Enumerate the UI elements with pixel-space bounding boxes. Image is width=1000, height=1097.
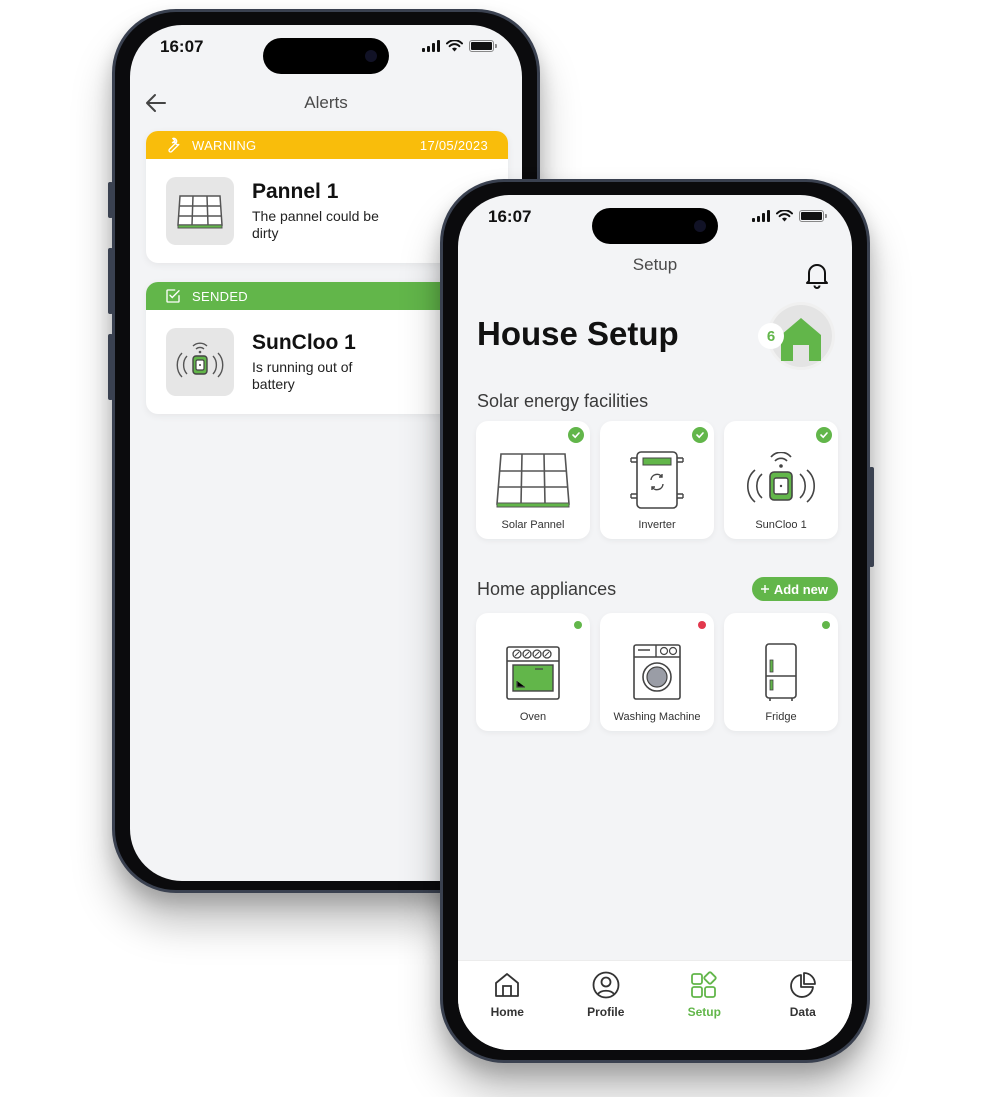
home-icon bbox=[495, 973, 520, 997]
plus-icon bbox=[760, 585, 769, 593]
signal-icon bbox=[422, 40, 440, 52]
tab-label: Setup bbox=[687, 1005, 721, 1019]
check-icon bbox=[816, 427, 832, 443]
section-title-solar: Solar energy facilities bbox=[477, 391, 649, 411]
alert-title: SunCloo 1 bbox=[252, 331, 356, 354]
appliance-tile-oven[interactable]: Oven bbox=[476, 613, 590, 731]
checkbox-icon bbox=[166, 289, 180, 303]
profile-icon bbox=[592, 971, 620, 999]
add-new-label: Add new bbox=[773, 581, 828, 597]
facility-tile-solar-pannel[interactable]: Solar Pannel bbox=[476, 421, 590, 539]
nav-title: Setup bbox=[632, 255, 678, 274]
tile-label: Inverter bbox=[638, 519, 676, 531]
dynamic-island bbox=[263, 38, 389, 74]
solar-panel-icon bbox=[496, 453, 570, 508]
battery-icon bbox=[799, 210, 827, 222]
tile-label: Oven bbox=[519, 711, 547, 723]
status-dot-online bbox=[822, 621, 830, 629]
action-button bbox=[108, 182, 113, 218]
add-new-button[interactable]: Add new bbox=[751, 577, 838, 601]
setup-screen: 16:07 Setup House Setup 6 Solar energy f… bbox=[458, 195, 852, 1050]
tab-label: Home bbox=[490, 1005, 524, 1019]
appliance-tile-washing-machine[interactable]: Washing Machine bbox=[600, 613, 714, 731]
tab-label: Profile bbox=[587, 1005, 625, 1019]
wrench-icon bbox=[168, 137, 180, 153]
check-icon bbox=[692, 427, 708, 443]
power-button bbox=[869, 467, 874, 567]
status-icons bbox=[422, 40, 497, 52]
suncloo-device-icon bbox=[747, 452, 815, 503]
status-dot-offline bbox=[698, 621, 706, 629]
facility-tile-inverter[interactable]: Inverter bbox=[600, 421, 714, 539]
alert-description: Is running out of battery bbox=[252, 359, 353, 392]
volume-down-button bbox=[108, 334, 113, 400]
status-time: 16:07 bbox=[488, 207, 532, 226]
alert-thumbnail bbox=[166, 177, 234, 245]
check-icon bbox=[568, 427, 584, 443]
appliance-tile-fridge[interactable]: Fridge bbox=[724, 613, 838, 731]
pie-chart-icon bbox=[789, 972, 816, 998]
tile-label: Fridge bbox=[765, 711, 797, 723]
suncloo-device-icon bbox=[176, 342, 224, 378]
house-count-badge[interactable]: 6 bbox=[758, 305, 832, 369]
alert-thumbnail bbox=[166, 328, 234, 396]
alert-type: SENDED bbox=[192, 288, 248, 304]
tab-label: Data bbox=[789, 1005, 816, 1019]
tile-label: SunCloo 1 bbox=[755, 519, 807, 531]
status-time: 16:07 bbox=[160, 37, 204, 56]
appliances-grid: Oven Washing Machine Fridge bbox=[476, 613, 838, 731]
setup-grid-icon bbox=[691, 971, 717, 998]
tab-profile[interactable]: Profile bbox=[557, 961, 656, 1050]
wifi-icon bbox=[776, 210, 793, 222]
bell-icon[interactable] bbox=[804, 261, 830, 289]
phone-setup: 16:07 Setup House Setup 6 Solar energy f… bbox=[440, 179, 874, 1063]
wifi-icon bbox=[446, 40, 463, 52]
alert-date: 17/05/2023 bbox=[419, 137, 488, 153]
signal-icon bbox=[752, 210, 770, 222]
volume-up-button bbox=[108, 248, 113, 314]
alert-title: Pannel 1 bbox=[252, 180, 339, 203]
washing-machine-icon bbox=[633, 644, 681, 700]
tile-label: Washing Machine bbox=[613, 711, 701, 723]
section-title-appliances: Home appliances bbox=[477, 579, 617, 599]
alert-description: The pannel could be dirty bbox=[252, 208, 379, 241]
tab-bar: Home Profile Setup Data bbox=[458, 960, 852, 1050]
house-count: 6 bbox=[758, 323, 784, 349]
house-icon bbox=[781, 318, 821, 361]
alert-type: WARNING bbox=[192, 137, 257, 153]
camera-icon bbox=[694, 220, 706, 232]
tab-home[interactable]: Home bbox=[458, 961, 557, 1050]
tile-label: Solar Pannel bbox=[501, 519, 565, 531]
status-icons bbox=[752, 210, 827, 222]
solar-facilities-grid: Solar Pannel Inverter SunCloo 1 bbox=[476, 421, 838, 539]
fridge-icon bbox=[765, 643, 797, 701]
tab-data[interactable]: Data bbox=[754, 961, 853, 1050]
inverter-icon bbox=[630, 451, 684, 509]
page-title: Alerts bbox=[304, 93, 348, 112]
oven-icon bbox=[506, 646, 560, 700]
tab-setup[interactable]: Setup bbox=[655, 961, 754, 1050]
alert-header-warning: WARNING 17/05/2023 bbox=[146, 131, 508, 159]
camera-icon bbox=[365, 50, 377, 62]
solar-panel-icon bbox=[177, 195, 223, 229]
dynamic-island bbox=[592, 208, 718, 244]
battery-icon bbox=[469, 40, 497, 52]
facility-tile-suncloo[interactable]: SunCloo 1 bbox=[724, 421, 838, 539]
status-dot-online bbox=[574, 621, 582, 629]
page-title: House Setup bbox=[477, 315, 679, 352]
